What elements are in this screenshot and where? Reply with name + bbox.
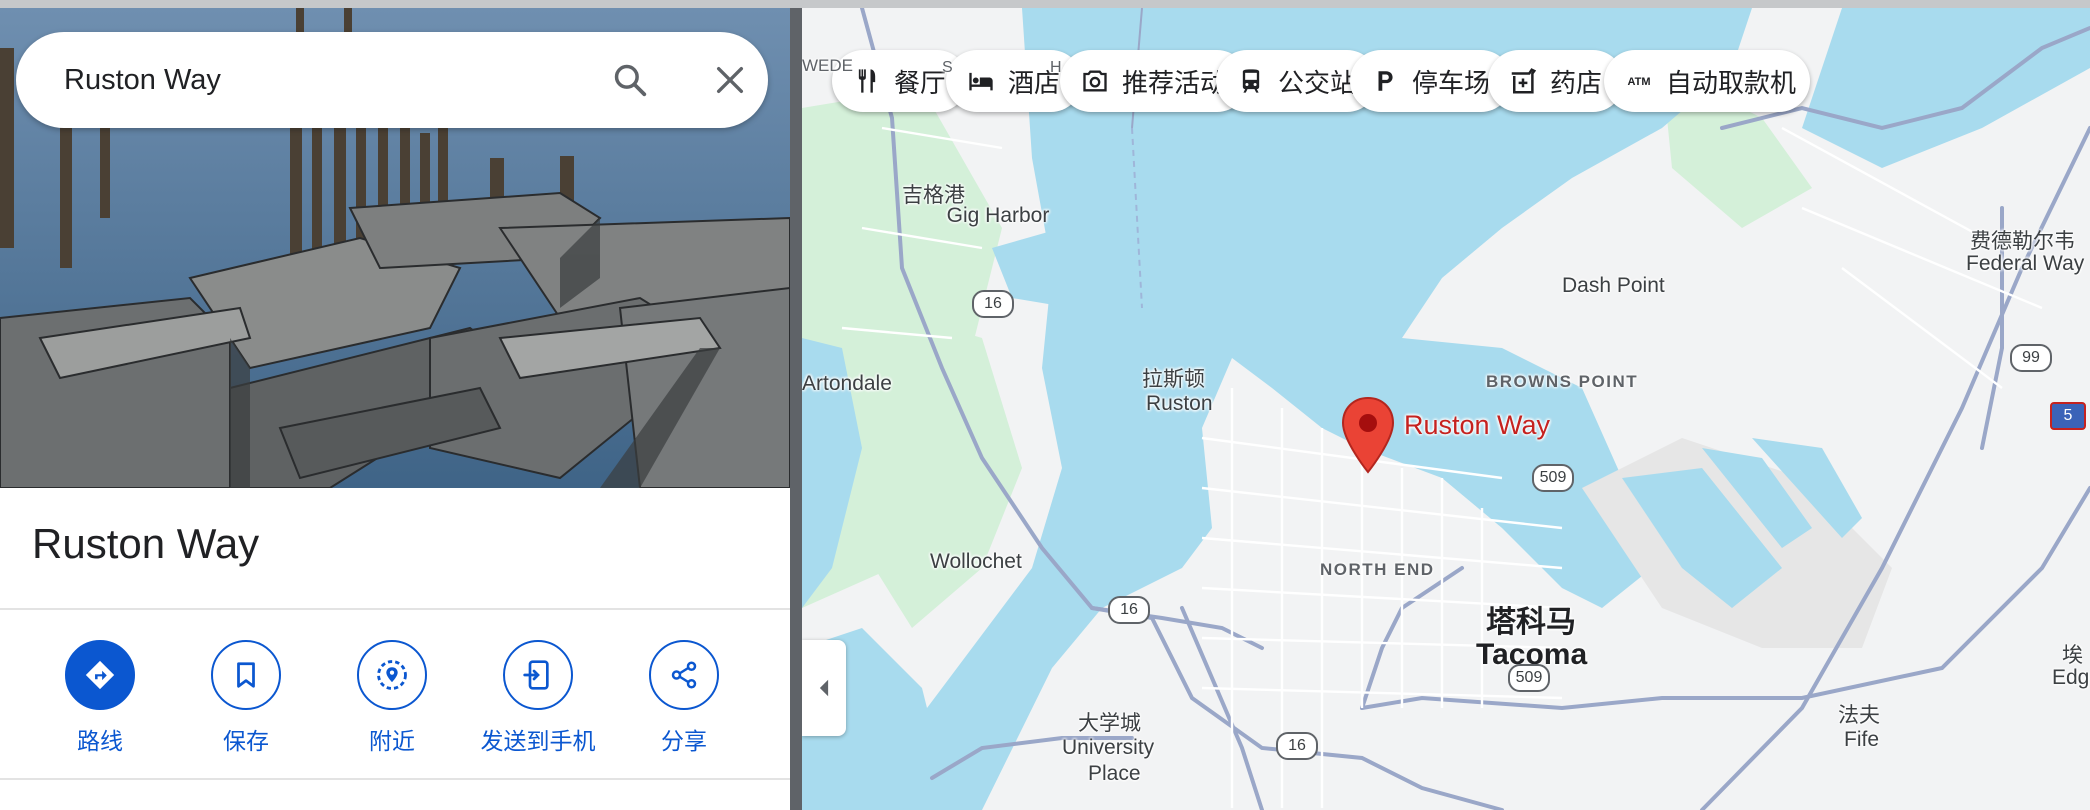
send-to-phone-icon	[523, 660, 549, 690]
directions-icon	[85, 660, 115, 690]
directions-label: 路线	[77, 728, 123, 754]
share-label: 分享	[661, 728, 707, 754]
map-label-wollochet: Wollochet	[930, 550, 1022, 573]
map-label-ruston-cn: 拉斯顿	[1142, 368, 1205, 391]
route-shield: 16	[1108, 596, 1150, 624]
chip-label: 餐厅	[894, 67, 947, 98]
send-to-phone-label: 发送到手机	[480, 728, 596, 754]
nearby-button[interactable]: 附近	[322, 640, 462, 756]
route-shield: 99	[2010, 344, 2052, 372]
chip-label: 停车场	[1412, 67, 1491, 98]
map-label-edgewood: Edg	[2052, 666, 2090, 689]
map-base	[802, 8, 2090, 810]
save-label: 保存	[223, 728, 269, 754]
map-label-place: Place	[1088, 762, 1141, 785]
map-pin-icon	[1341, 396, 1395, 474]
map-label-wede: WEDE	[802, 56, 853, 75]
chevron-left-icon	[819, 679, 829, 697]
chip-label: 公交站	[1278, 67, 1357, 98]
pharmacy-icon	[1511, 68, 1537, 94]
atm-icon: ATM	[1627, 76, 1650, 88]
map-label-university-place-cn: 大学城	[1078, 712, 1141, 735]
search-bar[interactable]: Ruston Way	[16, 32, 768, 128]
search-input[interactable]: Ruston Way	[64, 32, 221, 128]
send-to-phone-button[interactable]: 发送到手机	[468, 640, 608, 756]
chip-label: 自动取款机	[1666, 67, 1797, 98]
camera-icon	[1083, 70, 1107, 92]
share-button[interactable]: 分享	[614, 640, 754, 756]
place-title: Ruston Way	[32, 520, 260, 567]
search-icon	[614, 64, 647, 97]
close-icon	[716, 66, 744, 94]
map-label-dash-point: Dash Point	[1562, 274, 1665, 297]
map-label-edgewood-cn: 埃	[2062, 644, 2083, 667]
save-button[interactable]: 保存	[176, 640, 316, 756]
map-label-fife: Fife	[1844, 728, 1880, 751]
interstate-shield: 5	[2050, 402, 2086, 430]
share-icon	[671, 661, 697, 689]
directions-button[interactable]: 路线	[30, 640, 170, 756]
divider	[0, 778, 790, 780]
transit-icon	[1242, 69, 1260, 93]
map-label-fife-cn: 法夫	[1838, 704, 1880, 727]
map-label-federal-way: Federal Way	[1966, 252, 2085, 275]
chip-label: 药店	[1550, 67, 1603, 98]
pin-label[interactable]: Ruston Way	[1404, 410, 1550, 441]
map-label-north-end: NORTH END	[1320, 560, 1435, 579]
divider	[0, 608, 790, 610]
map-canvas[interactable]: 餐厅 酒店 推荐活动 公交站 停车场 药店 ATM 自动取款机 WEDE S H…	[802, 8, 2090, 810]
route-shield: 509	[1508, 664, 1550, 692]
parking-icon	[1378, 71, 1393, 91]
search-button[interactable]	[600, 50, 660, 110]
map-label-university: University	[1062, 736, 1155, 759]
map-label-artondale: Artondale	[802, 372, 892, 395]
panel-resize-handle[interactable]	[790, 8, 802, 810]
chip-atms[interactable]: ATM 自动取款机	[1604, 50, 1811, 112]
clear-search-button[interactable]	[700, 50, 760, 110]
map-label-edge2: H	[1050, 59, 1062, 76]
chip-label: 推荐活动	[1122, 67, 1227, 98]
place-panel: Ruston Way Ruston Way 路线 保存 附近 发送到手机 分享	[0, 8, 790, 810]
map-label-federal-way-cn: 费德勒尔韦	[1970, 230, 2075, 253]
location-pin[interactable]	[1340, 396, 1396, 476]
map-label-tacoma-cn: 塔科马	[1486, 606, 1576, 639]
nearby-label: 附近	[369, 728, 415, 754]
map-label-gig-harbor: Gig Harbor	[946, 204, 1050, 227]
nearby-icon	[377, 660, 407, 690]
map-label-browns-point: BROWNS POINT	[1486, 372, 1639, 391]
window-top-strip	[0, 0, 2090, 8]
collapse-panel-button[interactable]	[802, 640, 846, 736]
route-shield: 509	[1532, 464, 1574, 492]
hotel-icon	[969, 72, 993, 91]
svg-text:ATM: ATM	[1627, 76, 1650, 88]
route-shield: 16	[1276, 732, 1318, 760]
restaurant-icon	[858, 69, 876, 93]
bookmark-icon	[237, 662, 255, 688]
route-shield: 16	[972, 290, 1014, 318]
map-label-ruston: Ruston	[1146, 392, 1213, 415]
map-label-edge: S	[942, 59, 953, 76]
